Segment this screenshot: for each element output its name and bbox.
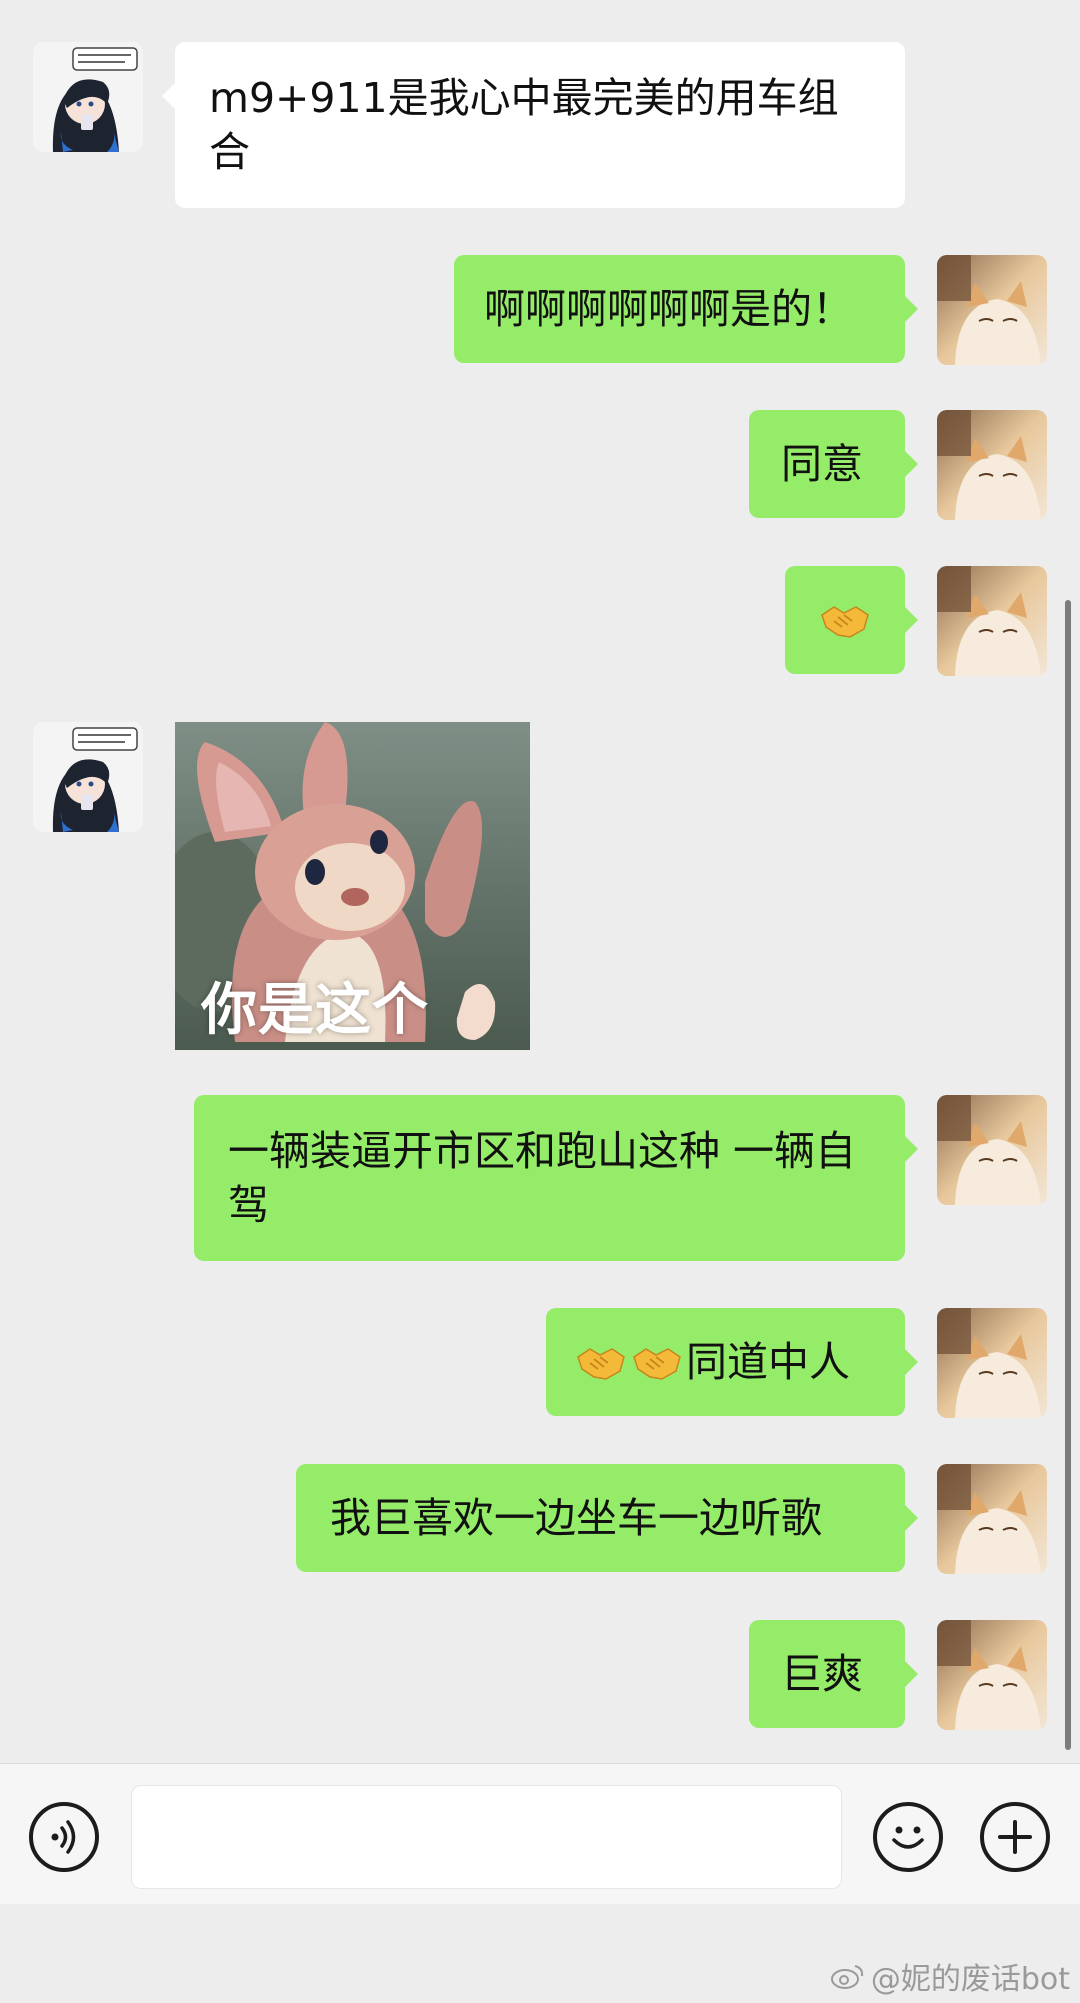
my-avatar[interactable] (937, 410, 1047, 520)
my-avatar[interactable] (937, 1095, 1047, 1205)
message-text: m9+911是我心中最完美的用车组合 (209, 74, 839, 176)
message-bubble-outgoing[interactable]: 巨爽 (749, 1620, 918, 1728)
emoji-button[interactable] (873, 1802, 943, 1872)
plus-icon (998, 1820, 1032, 1854)
watermark: @妮的废话bot (830, 1954, 1070, 1998)
sticker-caption: 你是这个 (201, 978, 429, 1043)
message-text: 巨爽 (781, 1650, 863, 1698)
my-avatar[interactable] (937, 1308, 1047, 1418)
message-bubble-outgoing[interactable]: 同意 (749, 410, 918, 518)
my-avatar[interactable] (937, 255, 1047, 365)
my-avatar[interactable] (937, 566, 1047, 676)
chat-screen: m9+911是我心中最完美的用车组合 啊啊啊啊啊啊是的！ 同意 你是这个 一辆装… (0, 0, 1080, 2003)
message-bubble-outgoing[interactable]: 同道中人 (546, 1308, 918, 1416)
message-text: 同道中人 (686, 1338, 850, 1386)
more-button[interactable] (980, 1802, 1050, 1872)
message-bubble-outgoing[interactable]: 我巨喜欢一边坐车一边听歌 (296, 1464, 918, 1572)
watermark-text: @妮的废话bot (870, 1962, 1070, 1997)
emoji-face-icon (892, 1826, 924, 1849)
handshake-icon (633, 1348, 681, 1380)
message-bubble-outgoing[interactable]: 啊啊啊啊啊啊是的！ (454, 255, 918, 363)
handshake-icon (577, 1348, 625, 1380)
chat-scrollbar[interactable] (1065, 600, 1071, 1750)
voice-button[interactable] (29, 1802, 99, 1872)
message-input[interactable] (131, 1785, 842, 1889)
message-bubble-outgoing[interactable] (785, 566, 918, 674)
voice-icon (51, 1820, 76, 1854)
contact-avatar[interactable] (33, 722, 143, 832)
my-avatar[interactable] (937, 1620, 1047, 1730)
message-bubble-incoming[interactable]: m9+911是我心中最完美的用车组合 (162, 42, 905, 208)
handshake-icon (821, 606, 869, 638)
message-bubble-outgoing[interactable]: 一辆装逼开市区和跑山这种 一辆自驾 (194, 1095, 918, 1261)
sticker-image[interactable]: 你是这个 (175, 722, 530, 1050)
message-text: 我巨喜欢一边坐车一边听歌 (330, 1494, 822, 1542)
message-text: 一辆装逼开市区和跑山这种 一辆自驾 (228, 1127, 857, 1229)
my-avatar[interactable] (937, 1464, 1047, 1574)
message-text: 啊啊啊啊啊啊是的！ (484, 285, 853, 333)
message-text: 同意 (781, 440, 863, 488)
contact-avatar[interactable] (33, 42, 143, 152)
weibo-icon (830, 1965, 863, 1989)
